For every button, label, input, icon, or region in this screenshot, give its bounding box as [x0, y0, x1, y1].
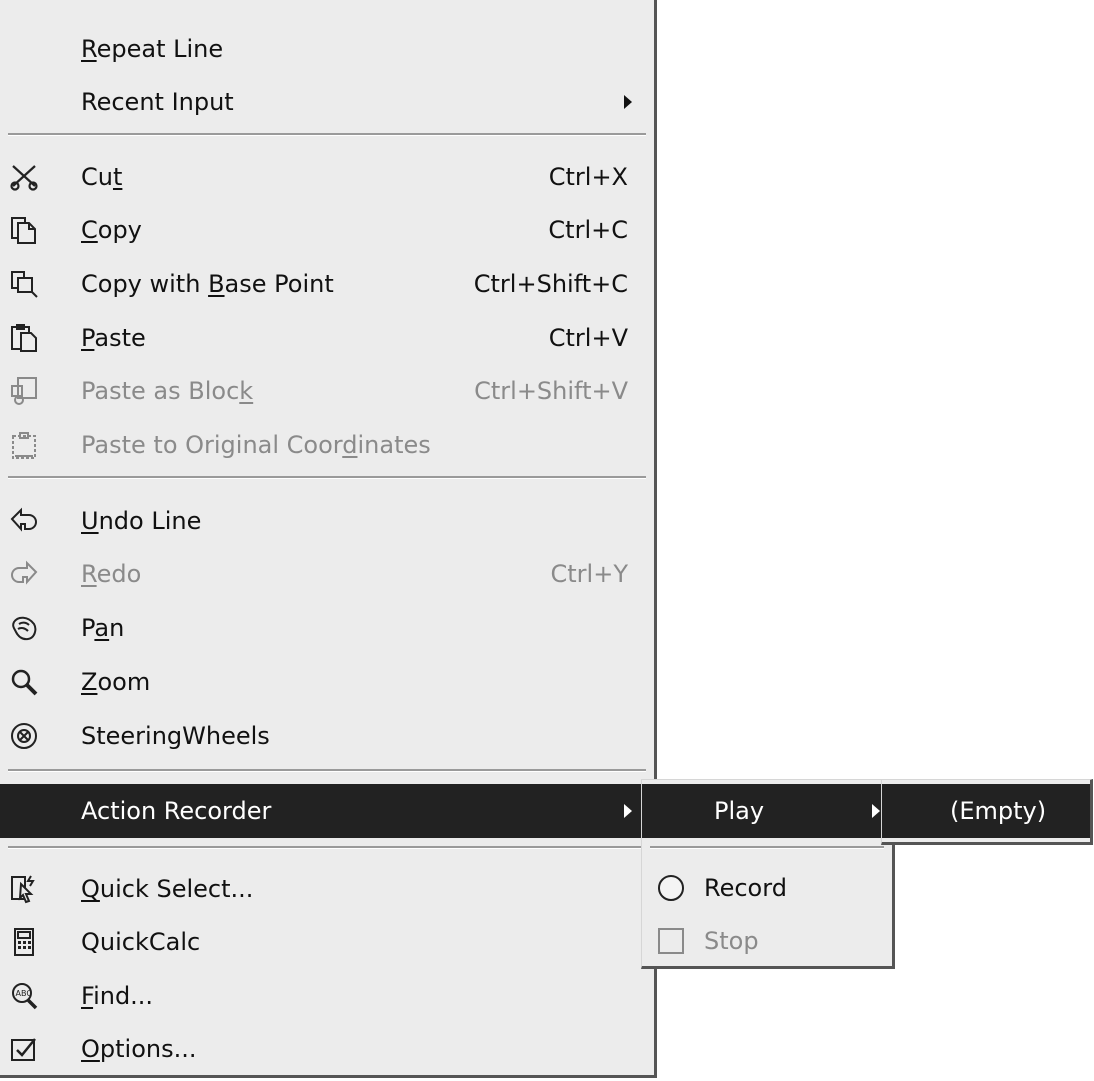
menu-separator [8, 476, 646, 479]
menu-item-copy-with-base-point[interactable]: Copy with Base Point Ctrl+Shift+C [0, 257, 654, 311]
quick-select-icon [8, 874, 40, 904]
shortcut-label: Ctrl+Shift+C [473, 270, 628, 298]
options-checkbox-icon [8, 1034, 40, 1064]
menu-separator [8, 769, 646, 772]
menu-item-quick-select[interactable]: Quick Select... [0, 862, 654, 916]
menu-item-empty[interactable]: (Empty) [882, 784, 1090, 838]
steering-wheel-icon [8, 721, 40, 751]
redo-icon [8, 559, 40, 589]
menu-item-copy[interactable]: Copy Ctrl+C [0, 203, 654, 257]
scissors-icon [8, 162, 40, 192]
menu-item-recent-input[interactable]: Recent Input [0, 75, 654, 129]
paste-coordinates-icon [8, 430, 40, 460]
menu-item-paste[interactable]: Paste Ctrl+V [0, 311, 654, 365]
menu-item-find[interactable]: ABC Find... [0, 969, 654, 1023]
menu-item-action-recorder[interactable]: Action Recorder [0, 784, 654, 838]
context-menu: Repeat Line Recent Input Cut Ctrl+X Copy… [0, 0, 657, 1078]
shortcut-label: Ctrl+X [548, 163, 628, 191]
menu-item-play[interactable]: Play [642, 784, 892, 838]
copy-icon [8, 215, 40, 245]
menu-item-zoom[interactable]: Zoom [0, 655, 654, 709]
menu-item-quickcalc[interactable]: QuickCalc [0, 915, 654, 969]
magnifier-icon [8, 667, 40, 697]
stop-checkbox-icon [655, 926, 687, 956]
menu-item-redo[interactable]: Redo Ctrl+Y [0, 547, 654, 601]
menu-item-cut[interactable]: Cut Ctrl+X [0, 150, 654, 204]
shortcut-label: Ctrl+Y [550, 560, 628, 588]
menu-item-steeringwheels[interactable]: SteeringWheels [0, 709, 654, 763]
shortcut-label: Ctrl+C [548, 216, 628, 244]
menu-item-paste-as-block[interactable]: Paste as Block Ctrl+Shift+V [0, 364, 654, 418]
calculator-icon [8, 927, 40, 957]
menu-item-record[interactable]: Record [642, 861, 892, 915]
menu-separator [8, 133, 646, 136]
record-radio-icon [655, 873, 687, 903]
menu-item-pan[interactable]: Pan [0, 601, 654, 655]
menu-item-stop[interactable]: Stop [642, 914, 892, 968]
menu-item-repeat-line[interactable]: Repeat Line [0, 22, 654, 76]
menu-item-paste-to-original-coordinates[interactable]: Paste to Original Coordinates [0, 418, 654, 472]
action-recorder-submenu: Play Record Stop [641, 779, 895, 969]
submenu-arrow-icon [872, 804, 880, 818]
menu-item-undo-line[interactable]: Undo Line [0, 494, 654, 548]
menu-item-options[interactable]: Options... [0, 1022, 654, 1076]
submenu-arrow-icon [624, 95, 632, 109]
shortcut-label: Ctrl+V [548, 324, 628, 352]
paste-block-icon [8, 376, 40, 406]
find-abc-icon: ABC [8, 981, 40, 1011]
paste-icon [8, 323, 40, 353]
undo-icon [8, 506, 40, 536]
play-submenu: (Empty) [881, 779, 1093, 845]
menu-separator [8, 846, 646, 849]
menu-separator [650, 846, 884, 849]
pan-hand-icon [8, 613, 40, 643]
svg-text:ABC: ABC [16, 989, 33, 998]
shortcut-label: Ctrl+Shift+V [474, 377, 628, 405]
copy-base-point-icon [8, 269, 40, 299]
submenu-arrow-icon [624, 804, 632, 818]
